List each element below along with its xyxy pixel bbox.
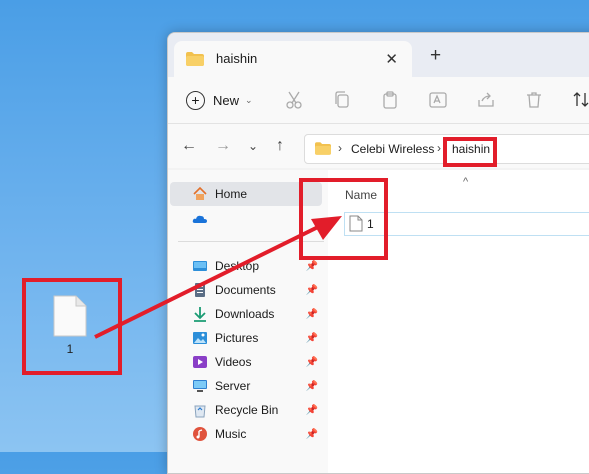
drag-arrow	[94, 216, 342, 339]
